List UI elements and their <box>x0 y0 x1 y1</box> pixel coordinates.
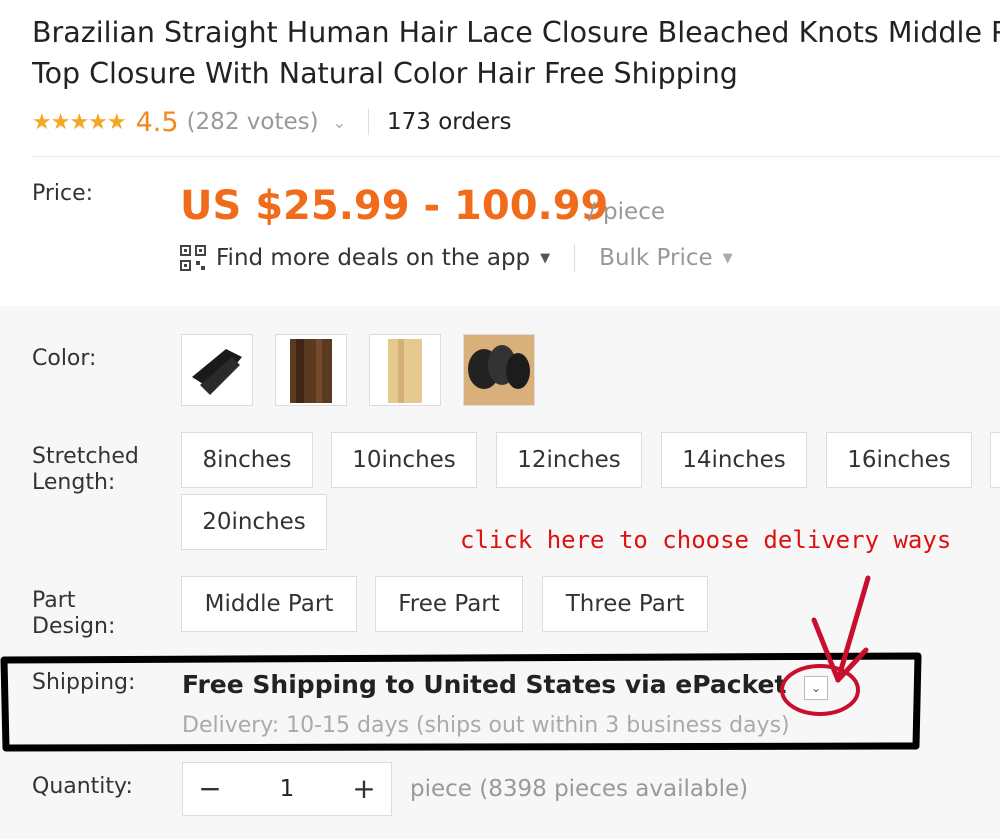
highlight-box <box>0 652 922 752</box>
quantity-available: piece (8398 pieces available) <box>410 776 749 802</box>
quantity-increase-button[interactable]: + <box>337 763 391 815</box>
quantity-label: Quantity: <box>32 774 133 799</box>
quantity-decrease-button[interactable]: − <box>183 763 237 815</box>
quantity-input[interactable]: 1 <box>237 776 337 802</box>
annotation-overlay <box>0 575 922 752</box>
quantity-stepper: − 1 + <box>182 762 392 816</box>
